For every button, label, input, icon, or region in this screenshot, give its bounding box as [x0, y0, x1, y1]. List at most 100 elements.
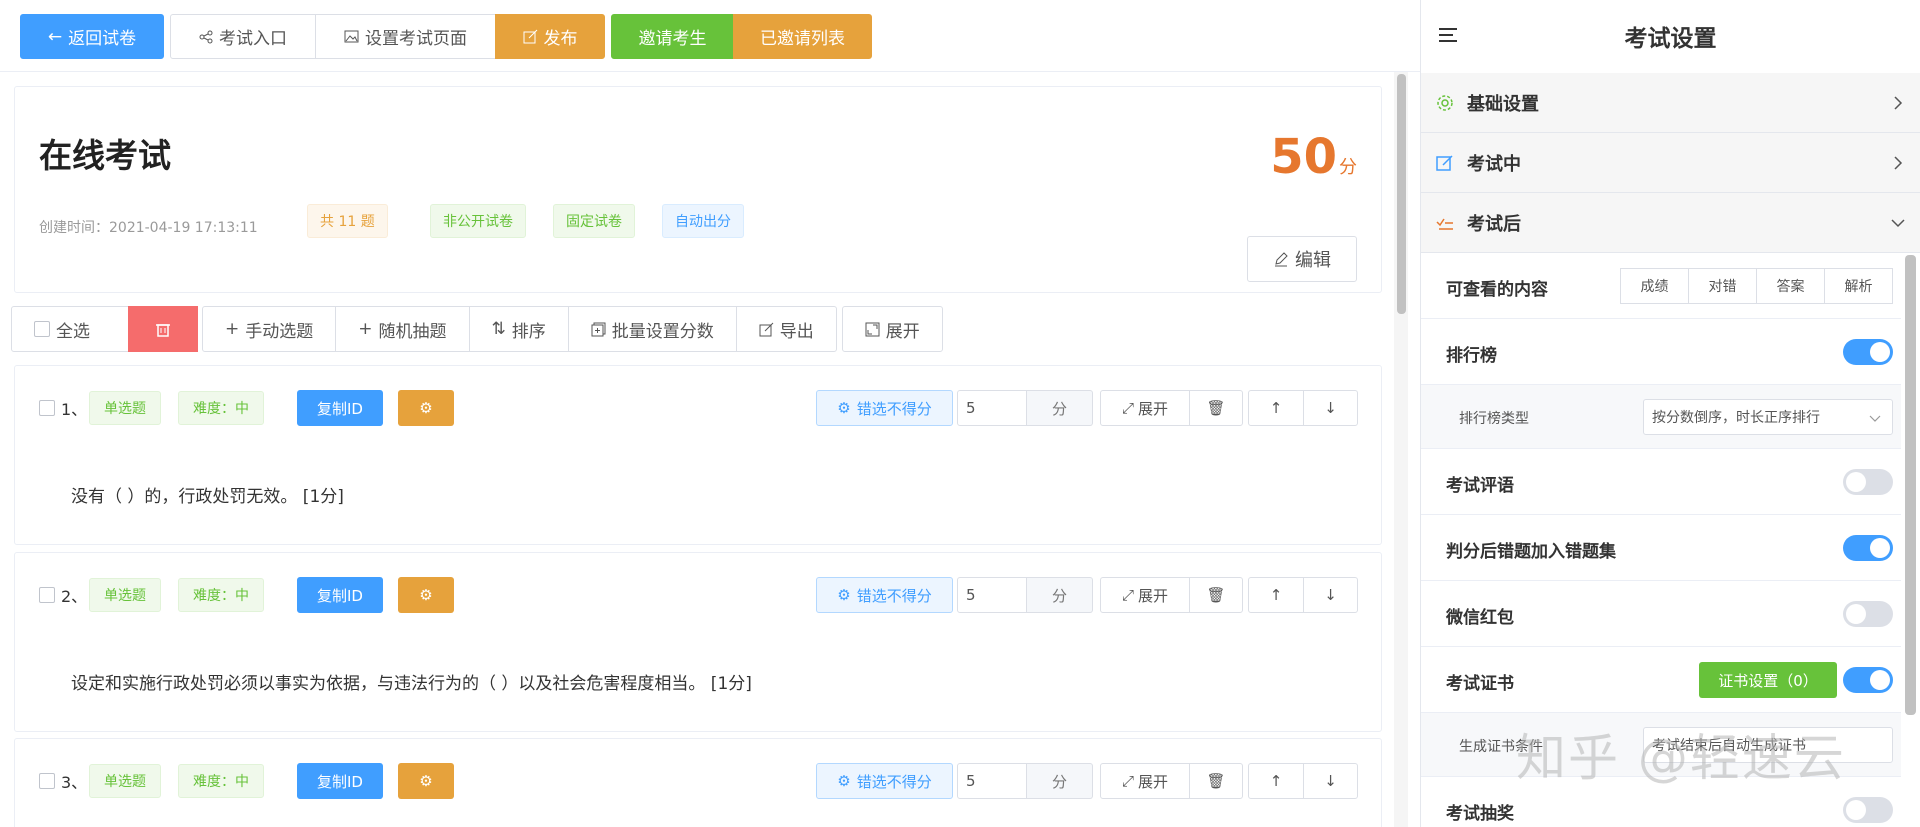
- wrong-no-score-button[interactable]: ⚙ 错选不得分: [816, 763, 953, 799]
- question-number: 3、: [61, 773, 88, 792]
- expand-button[interactable]: ⤢ 展开: [1100, 577, 1190, 613]
- copy-id-button[interactable]: 复制ID: [297, 577, 383, 613]
- manual-select-button[interactable]: + 手动选题: [202, 306, 337, 352]
- delete-button[interactable]: [128, 306, 198, 352]
- chevron-down-icon: [1891, 219, 1905, 228]
- back-button[interactable]: ← 返回试卷: [20, 14, 164, 59]
- expand-button[interactable]: ⤢ 展开: [1100, 763, 1190, 799]
- expand-button[interactable]: ⤢ 展开: [1100, 390, 1190, 426]
- exam-entry-button[interactable]: 考试入口: [170, 14, 316, 59]
- section-basic-settings[interactable]: 基础设置: [1421, 73, 1920, 133]
- wrong-no-score-button[interactable]: ⚙ 错选不得分: [816, 577, 953, 613]
- edit-button[interactable]: 编辑: [1247, 236, 1357, 282]
- expand-all-button[interactable]: 展开: [841, 306, 943, 352]
- option-score[interactable]: 成绩: [1620, 268, 1689, 304]
- arrow-up-icon: ↑: [1269, 586, 1283, 604]
- gen-cert-label: 生成证书条件: [1459, 739, 1543, 755]
- settings-button[interactable]: ⚙: [398, 390, 454, 426]
- score-input[interactable]: 5: [957, 390, 1027, 426]
- score-value: 50: [1270, 129, 1337, 185]
- plus-icon: +: [225, 319, 240, 339]
- trash-icon: 🗑: [1206, 772, 1226, 790]
- delete-question-button[interactable]: 🗑: [1189, 390, 1243, 426]
- move-down-button[interactable]: ↓: [1303, 390, 1358, 426]
- expand-icon: [865, 322, 880, 336]
- expand-icon: ⤢: [1121, 772, 1134, 790]
- exam-comment-row: 考试评语: [1421, 449, 1901, 515]
- publish-button[interactable]: 发布: [495, 14, 605, 59]
- gear-icon: ⚙: [419, 399, 433, 417]
- exam-comment-toggle[interactable]: [1843, 469, 1893, 495]
- wrong-no-score-button[interactable]: ⚙ 错选不得分: [816, 390, 953, 426]
- difficulty-tag: 难度：中: [178, 764, 264, 798]
- chevron-right-icon: [1894, 96, 1903, 110]
- red-packet-toggle[interactable]: [1843, 601, 1893, 627]
- question-checkbox[interactable]: [39, 773, 55, 789]
- score-unit-label: 分: [1027, 763, 1093, 799]
- red-packet-label: 微信红包: [1446, 608, 1514, 628]
- copy-id-button[interactable]: 复制ID: [297, 390, 383, 426]
- select-all-checkbox[interactable]: 全选: [11, 306, 129, 352]
- score-input[interactable]: 5: [957, 577, 1027, 613]
- lottery-label: 考试抽奖: [1446, 804, 1514, 824]
- delete-question-button[interactable]: 🗑: [1189, 763, 1243, 799]
- move-up-button[interactable]: ↑: [1248, 390, 1304, 426]
- move-up-button[interactable]: ↑: [1248, 577, 1304, 613]
- option-analysis[interactable]: 解析: [1824, 268, 1893, 304]
- arrow-up-icon: ↑: [1269, 772, 1283, 790]
- gen-cert-select[interactable]: 考试结束后自动生成证书: [1643, 727, 1893, 763]
- question-number: 2、: [61, 587, 88, 606]
- export-icon: [759, 322, 774, 336]
- option-answer[interactable]: 答案: [1756, 268, 1825, 304]
- settings-button[interactable]: ⚙: [398, 577, 454, 613]
- viewable-content-label: 可查看的内容: [1446, 280, 1548, 300]
- checkbox[interactable]: [34, 321, 50, 337]
- wrong-set-row: 判分后错题加入错题集: [1421, 515, 1901, 581]
- option-correctness[interactable]: 对错: [1688, 268, 1757, 304]
- question-type-tag: 单选题: [89, 391, 161, 425]
- exam-comment-label: 考试评语: [1446, 476, 1514, 496]
- arrow-down-icon: ↓: [1324, 586, 1337, 604]
- delete-question-button[interactable]: 🗑: [1189, 577, 1243, 613]
- top-toolbar: ← 返回试卷 考试入口 设置考试页面 发布 邀请考生 已邀请列表: [0, 0, 1420, 72]
- setup-exam-page-button[interactable]: 设置考试页面: [315, 14, 496, 59]
- batch-score-button[interactable]: 批量设置分数: [567, 306, 737, 352]
- section-after-exam[interactable]: 考试后: [1421, 193, 1920, 253]
- gear-icon: ⚙: [837, 586, 851, 604]
- share-icon: [199, 30, 213, 43]
- panel-header: 考试设置: [1421, 0, 1920, 72]
- menu-icon[interactable]: [1437, 24, 1459, 46]
- certificate-label: 考试证书: [1446, 674, 1514, 694]
- move-up-button[interactable]: ↑: [1248, 763, 1304, 799]
- trash-icon: 🗑: [1206, 586, 1226, 604]
- ranking-type-select[interactable]: 按分数倒序，时长正序排行: [1643, 399, 1893, 435]
- settings-button[interactable]: ⚙: [398, 763, 454, 799]
- invited-list-button[interactable]: 已邀请列表: [733, 14, 872, 59]
- certificate-toggle[interactable]: [1843, 667, 1893, 693]
- question-checkbox[interactable]: [39, 587, 55, 603]
- move-down-button[interactable]: ↓: [1303, 763, 1358, 799]
- ranking-toggle[interactable]: [1843, 339, 1893, 365]
- sort-button[interactable]: ⇅ 排序: [468, 306, 569, 352]
- ranking-type-row: 排行榜类型 按分数倒序，时长正序排行: [1421, 385, 1901, 449]
- invite-candidates-button[interactable]: 邀请考生: [611, 14, 734, 59]
- score-unit-label: 分: [1027, 577, 1093, 613]
- certificate-settings-button[interactable]: 证书设置（0）: [1699, 662, 1837, 698]
- wrong-set-toggle[interactable]: [1843, 535, 1893, 561]
- copy-id-button[interactable]: 复制ID: [297, 763, 383, 799]
- ranking-type-label: 排行榜类型: [1459, 411, 1529, 427]
- question-card: 3、 单选题 难度：中 复制ID ⚙ ⚙ 错选不得分 5 分 ⤢ 展开 🗑 ↑ ↓: [14, 738, 1382, 827]
- main-scrollbar-thumb[interactable]: [1397, 74, 1406, 314]
- lottery-toggle[interactable]: [1843, 797, 1893, 823]
- export-button[interactable]: 导出: [735, 306, 837, 352]
- section-during-exam[interactable]: 考试中: [1421, 133, 1920, 193]
- score-input[interactable]: 5: [957, 763, 1027, 799]
- question-type-tag: 单选题: [89, 578, 161, 612]
- image-icon: [344, 30, 359, 43]
- random-pick-button[interactable]: + 随机抽题: [335, 306, 470, 352]
- question-checkbox[interactable]: [39, 400, 55, 416]
- move-down-button[interactable]: ↓: [1303, 577, 1358, 613]
- arrow-left-icon: ←: [47, 26, 63, 47]
- arrow-down-icon: ↓: [1324, 772, 1337, 790]
- panel-scrollbar-thumb[interactable]: [1905, 255, 1916, 715]
